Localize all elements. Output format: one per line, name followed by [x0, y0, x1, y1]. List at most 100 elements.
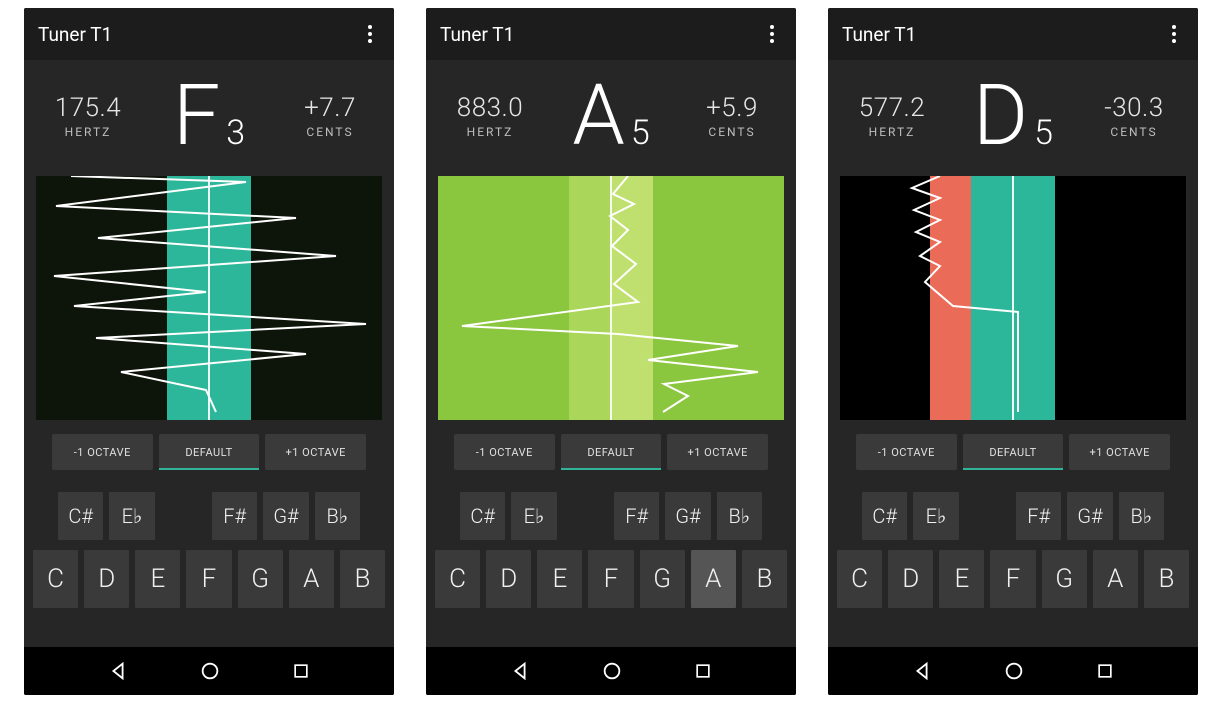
note-key-Fsharp[interactable]: F#	[212, 492, 257, 540]
black-key-row: C#E♭ F#G#B♭	[30, 492, 388, 546]
octave-down-button[interactable]: -1 OCTAVE	[52, 434, 153, 470]
note-key-E[interactable]: E	[135, 550, 180, 608]
octave-down-button[interactable]: -1 OCTAVE	[856, 434, 957, 470]
pitch-trace	[36, 176, 382, 420]
note-key-Csharp[interactable]: C#	[460, 492, 505, 540]
title-bar: Tuner T1	[426, 8, 796, 60]
pitch-trace	[840, 176, 1186, 420]
nav-back-icon[interactable]	[107, 660, 129, 682]
note-key-Bb[interactable]: B♭	[717, 492, 762, 540]
note-key-Csharp[interactable]: C#	[862, 492, 907, 540]
note-key-F[interactable]: F	[186, 550, 231, 608]
nav-recent-icon[interactable]	[1095, 661, 1115, 681]
octave-default-button[interactable]: DEFAULT	[159, 434, 260, 470]
note-key-G[interactable]: G	[640, 550, 685, 608]
phone-screenshot: Tuner T1 883.0 HERTZ A 5 +5.9 CENTS -1 O…	[426, 8, 796, 695]
note-key-C[interactable]: C	[837, 550, 882, 608]
nav-recent-icon[interactable]	[291, 661, 311, 681]
note-key-G[interactable]: G	[1042, 550, 1087, 608]
note-key-B[interactable]: B	[340, 550, 385, 608]
nav-recent-icon[interactable]	[693, 661, 713, 681]
note-key-Gsharp[interactable]: G#	[1067, 492, 1112, 540]
note-key-C[interactable]: C	[33, 550, 78, 608]
octave-up-button[interactable]: +1 OCTAVE	[265, 434, 366, 470]
readout-row: 175.4 HERTZ F 3 +7.7 CENTS	[24, 60, 394, 176]
readout-row: 577.2 HERTZ D 5 -30.3 CENTS	[828, 60, 1198, 176]
note-letter: A	[572, 74, 625, 158]
hertz-label: HERTZ	[852, 125, 932, 139]
android-nav-bar	[426, 647, 796, 695]
octave-button-row: -1 OCTAVEDEFAULT+1 OCTAVE	[24, 420, 394, 480]
hertz-block: 883.0 HERTZ	[450, 93, 530, 139]
cents-block: -30.3 CENTS	[1094, 93, 1174, 139]
more-menu-icon[interactable]	[762, 22, 782, 46]
note-key-Fsharp[interactable]: F#	[614, 492, 659, 540]
note-key-Eb[interactable]: E♭	[913, 492, 958, 540]
phone-screenshot: Tuner T1 175.4 HERTZ F 3 +7.7 CENTS -1 O…	[24, 8, 394, 695]
note-octave: 5	[1034, 113, 1053, 153]
cents-label: CENTS	[1094, 125, 1174, 139]
note-key-A[interactable]: A	[691, 550, 736, 608]
note-key-D[interactable]: D	[888, 550, 933, 608]
more-menu-icon[interactable]	[1164, 22, 1184, 46]
android-nav-bar	[24, 647, 394, 695]
note-key-Csharp[interactable]: C#	[58, 492, 103, 540]
nav-home-icon[interactable]	[1003, 660, 1025, 682]
app-title: Tuner T1	[38, 23, 112, 46]
cents-block: +7.7 CENTS	[290, 93, 370, 139]
app-title: Tuner T1	[440, 23, 514, 46]
octave-default-button[interactable]: DEFAULT	[561, 434, 662, 470]
note-key-Gsharp[interactable]: G#	[665, 492, 710, 540]
note-octave: 3	[226, 113, 245, 153]
black-key-row: C#E♭ F#G#B♭	[834, 492, 1192, 546]
cents-value: +7.7	[290, 93, 370, 123]
note-key-E[interactable]: E	[939, 550, 984, 608]
note-key-Bb[interactable]: B♭	[315, 492, 360, 540]
pitch-trace	[438, 176, 784, 420]
note-key-D[interactable]: D	[84, 550, 129, 608]
note-key-Gsharp[interactable]: G#	[263, 492, 308, 540]
note-letter: F	[173, 74, 220, 158]
hertz-block: 175.4 HERTZ	[48, 93, 128, 139]
note-key-A[interactable]: A	[1093, 550, 1138, 608]
note-key-F[interactable]: F	[990, 550, 1035, 608]
nav-home-icon[interactable]	[601, 660, 623, 682]
note-key-F[interactable]: F	[588, 550, 633, 608]
octave-down-button[interactable]: -1 OCTAVE	[454, 434, 555, 470]
android-nav-bar	[828, 647, 1198, 695]
hertz-value: 883.0	[450, 93, 530, 123]
title-bar: Tuner T1	[24, 8, 394, 60]
nav-back-icon[interactable]	[911, 660, 933, 682]
note-key-Fsharp[interactable]: F#	[1016, 492, 1061, 540]
nav-home-icon[interactable]	[199, 660, 221, 682]
white-key-row: CDEFGAB	[834, 550, 1192, 608]
pitch-graph	[840, 176, 1186, 420]
nav-back-icon[interactable]	[509, 660, 531, 682]
octave-default-button[interactable]: DEFAULT	[963, 434, 1064, 470]
note-key-C[interactable]: C	[435, 550, 480, 608]
note-key-G[interactable]: G	[238, 550, 283, 608]
note-key-B[interactable]: B	[1144, 550, 1189, 608]
note-key-D[interactable]: D	[486, 550, 531, 608]
note-keyboard: C#E♭ F#G#B♭ CDEFGAB	[828, 480, 1198, 620]
note-key-Bb[interactable]: B♭	[1119, 492, 1164, 540]
note-key-E[interactable]: E	[537, 550, 582, 608]
hertz-label: HERTZ	[450, 125, 530, 139]
cents-label: CENTS	[692, 125, 772, 139]
cents-block: +5.9 CENTS	[692, 93, 772, 139]
note-key-B[interactable]: B	[742, 550, 787, 608]
octave-up-button[interactable]: +1 OCTAVE	[667, 434, 768, 470]
octave-up-button[interactable]: +1 OCTAVE	[1069, 434, 1170, 470]
note-key-Eb[interactable]: E♭	[511, 492, 556, 540]
note-key-A[interactable]: A	[289, 550, 334, 608]
note-keyboard: C#E♭ F#G#B♭ CDEFGAB	[426, 480, 796, 620]
hertz-block: 577.2 HERTZ	[852, 93, 932, 139]
white-key-row: CDEFGAB	[432, 550, 790, 608]
phone-screenshot: Tuner T1 577.2 HERTZ D 5 -30.3 CENTS -1 …	[828, 8, 1198, 695]
note-display: D 5	[942, 74, 1084, 158]
pitch-graph	[438, 176, 784, 420]
note-key-Eb[interactable]: E♭	[109, 492, 154, 540]
more-menu-icon[interactable]	[360, 22, 380, 46]
readout-row: 883.0 HERTZ A 5 +5.9 CENTS	[426, 60, 796, 176]
white-key-row: CDEFGAB	[30, 550, 388, 608]
